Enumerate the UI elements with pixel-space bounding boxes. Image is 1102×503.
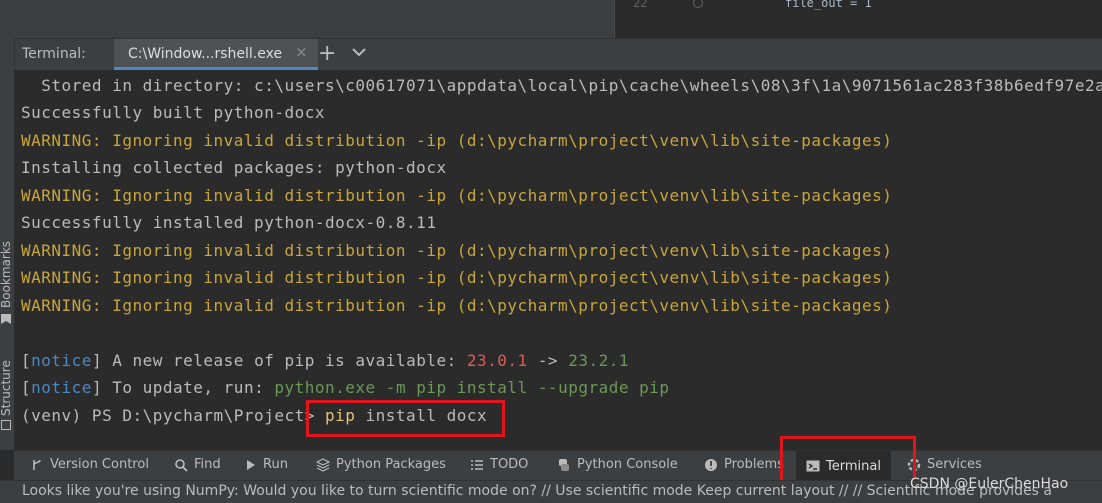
close-icon[interactable]: × xyxy=(295,43,308,61)
add-tab-icon[interactable]: + xyxy=(318,41,336,66)
search-icon xyxy=(175,458,188,472)
output-line: Successfully built python-docx xyxy=(21,103,325,122)
line-number: 22 xyxy=(633,0,648,10)
new-version: 23.2.1 xyxy=(568,351,629,370)
upgrade-command: python.exe -m pip install --upgrade pip xyxy=(274,378,670,397)
notice-line: [notice] To update, run: python.exe -m p… xyxy=(21,378,670,397)
run-button[interactable]: Run xyxy=(245,457,288,472)
notice-tag: notice xyxy=(31,351,92,370)
watermark: CSDN @EulerChenHao xyxy=(910,476,1069,492)
version-control-button[interactable]: Version Control xyxy=(30,457,149,472)
terminal-label: Terminal: xyxy=(22,46,86,62)
warning-line: WARNING: Ignoring invalid distribution -… xyxy=(21,268,893,287)
run-icon xyxy=(247,459,255,470)
warning-line: WARNING: Ignoring invalid distribution -… xyxy=(21,186,893,205)
list-icon xyxy=(471,459,483,470)
packages-icon xyxy=(316,457,330,472)
bookmark-icon xyxy=(1,314,11,324)
structure-tool[interactable]: Structure xyxy=(0,360,13,416)
output-line: Successfully installed python-docx-0.8.1… xyxy=(21,213,437,232)
breakpoint-marker-icon xyxy=(693,0,703,8)
terminal-output[interactable]: Stored in directory: c:\users\c00617071\… xyxy=(14,70,1102,450)
warning-line: WARNING: Ignoring invalid distribution -… xyxy=(21,296,893,315)
terminal-tab-title: C:\Window...rshell.exe xyxy=(128,46,283,62)
status-message[interactable]: Looks like you're using NumPy: Would you… xyxy=(22,483,1052,499)
terminal-tab[interactable]: C:\Window...rshell.exe × xyxy=(114,39,318,70)
find-button[interactable]: Find xyxy=(174,457,221,472)
command-highlight-box xyxy=(306,400,505,437)
structure-icon xyxy=(1,420,11,430)
warning-line: WARNING: Ignoring invalid distribution -… xyxy=(21,241,893,260)
old-version: 23.0.1 xyxy=(466,351,528,370)
python-packages-button[interactable]: Python Packages xyxy=(316,457,446,472)
notice-tag: notice xyxy=(31,378,92,397)
python-icon xyxy=(559,458,569,471)
problems-button[interactable]: Problems xyxy=(704,457,784,472)
output-line: Installing collected packages: python-do… xyxy=(21,158,447,177)
output-line: Stored in directory: c:\users\c00617071\… xyxy=(41,76,1102,95)
terminal-highlight-box xyxy=(780,436,916,486)
todo-button[interactable]: TODO xyxy=(470,457,528,472)
python-console-button[interactable]: Python Console xyxy=(557,457,678,472)
terminal-header: Terminal: C:\Window...rshell.exe × + xyxy=(14,38,1102,70)
chevron-down-icon[interactable] xyxy=(351,44,367,64)
bookmarks-tool[interactable]: Bookmarks xyxy=(0,241,13,308)
editor-gutter: 22 file_out = 1 xyxy=(614,0,1102,38)
left-tool-strip: Bookmarks Structure xyxy=(0,38,15,450)
shell-prompt: (venv) PS D:\pycharm\Project> xyxy=(21,406,325,425)
editor-area: 22 file_out = 1 xyxy=(0,0,1102,38)
code-fragment: file_out = 1 xyxy=(785,0,872,10)
warning-line: WARNING: Ignoring invalid distribution -… xyxy=(21,131,893,150)
notice-line: [notice] A new release of pip is availab… xyxy=(21,351,629,370)
services-button[interactable]: Services xyxy=(907,457,982,472)
branch-icon xyxy=(33,459,41,470)
problems-icon xyxy=(705,458,717,471)
